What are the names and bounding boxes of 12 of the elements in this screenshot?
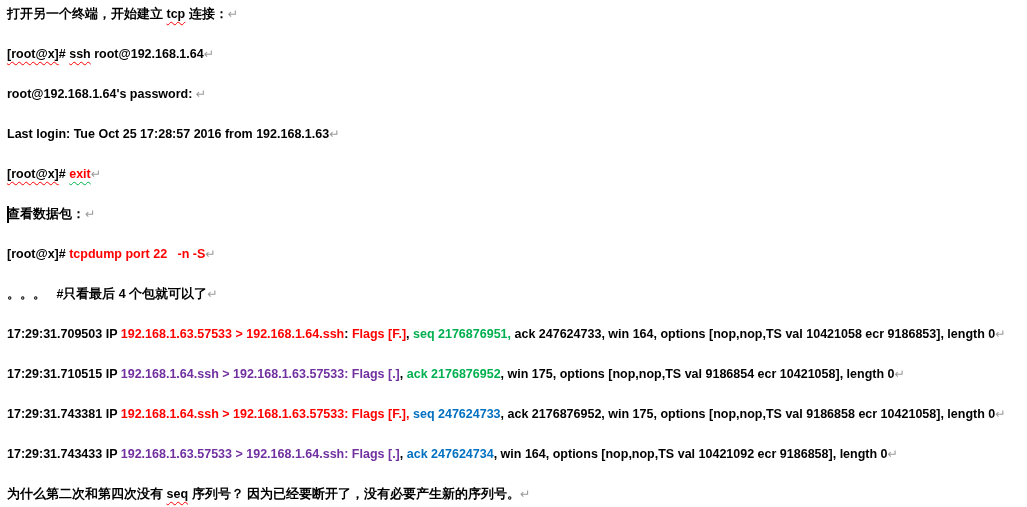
paragraph: 17:29:31.709503 IP 192.168.1.63.57533 > 192.168.1.64.ssh: Flags [F.], seq 2176876951, ack 247624733, win 164, options [nop,nop,TS val 10421058 ecr 9186853], length 0↵ — [7, 326, 1007, 343]
paragraph: 17:29:31.743433 IP 192.168.1.63.57533 > 192.168.1.64.ssh: Flags [.], ack 247624734, win 164, options [nop,nop,TS val 10421092 ecr 9186858], length 0↵ — [7, 446, 900, 463]
paragraph: [root@x]# ssh root@192.168.1.64↵ — [7, 46, 216, 63]
paragraph: [root@x]# exit↵ — [7, 166, 103, 183]
paragraph: 17:29:31.710515 IP 192.168.1.64.ssh > 192.168.1.63.57533: Flags [.], ack 2176876952, win 175, options [nop,nop,TS val 9186854 ecr 10421058], length 0↵ — [7, 366, 906, 383]
paragraph: root@192.168.1.64's password: ↵ — [7, 86, 208, 103]
paragraph: 。。。 #只看最后 4 个包就可以了↵ — [7, 286, 219, 303]
paragraph: 打开另一个终端，开始建立 tcp 连接：↵ — [7, 5, 240, 23]
paragraph: Last login: Tue Oct 25 17:28:57 2016 from 192.168.1.63↵ — [7, 126, 341, 143]
paragraph: [root@x]# tcpdump port 22 -n -S↵ — [7, 246, 217, 263]
paragraph: 为什么第二次和第四次没有 seq 序列号？ 因为已经要断开了，没有必要产生新的序列号。↵ — [7, 486, 532, 503]
paragraph: 17:29:31.743381 IP 192.168.1.64.ssh > 192.168.1.63.57533: Flags [F.], seq 247624733, ack 2176876952, win 175, options [nop,nop,TS val 9186858 ecr 10421058], length 0↵ — [7, 406, 1007, 423]
